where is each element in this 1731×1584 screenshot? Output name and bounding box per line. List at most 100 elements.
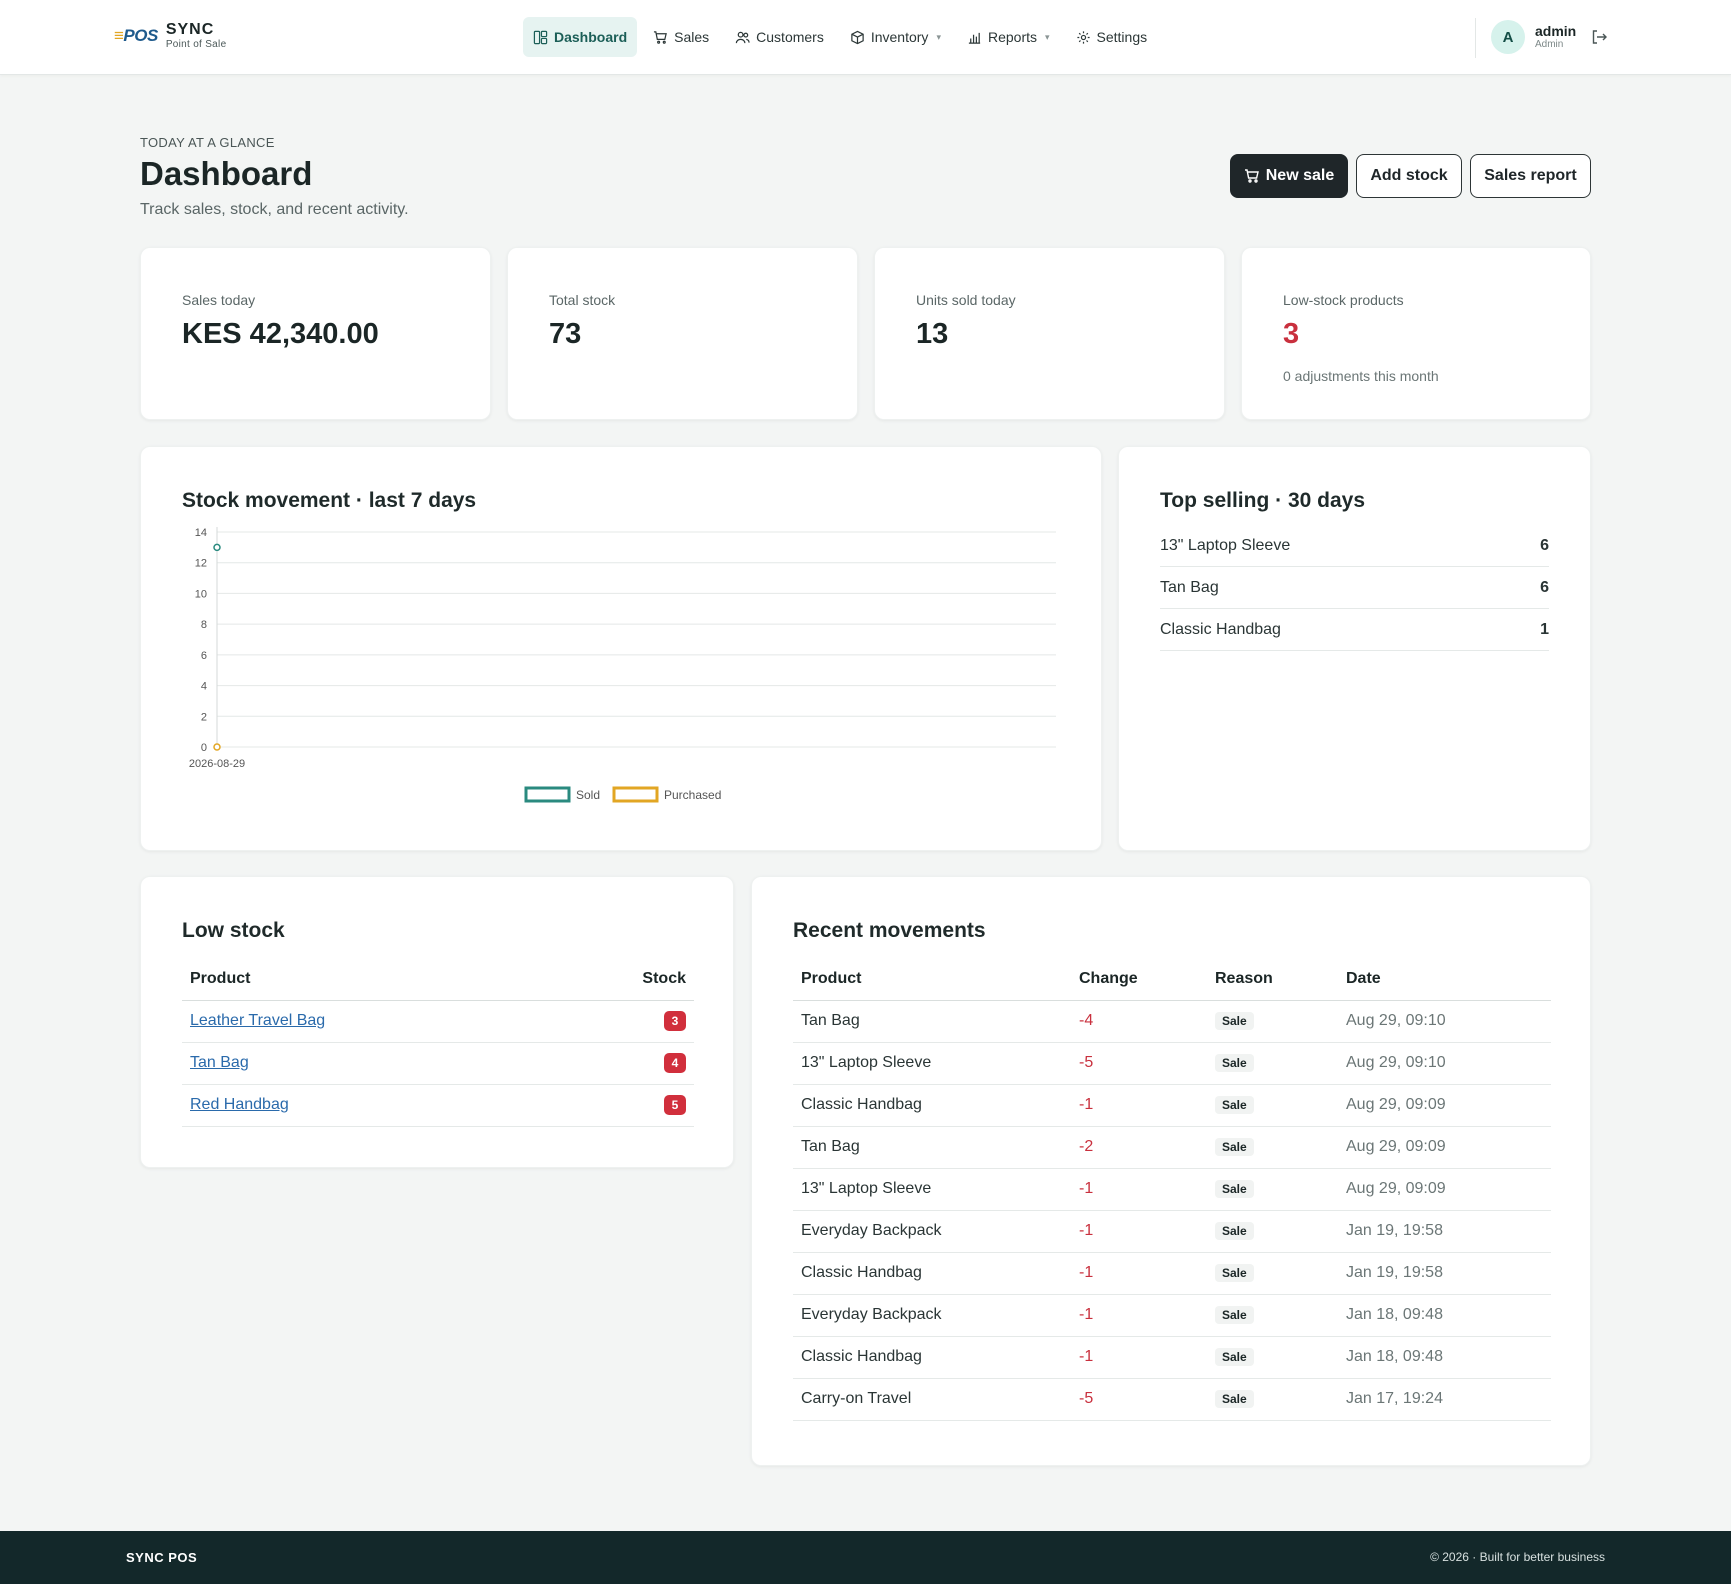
top-selling-list: 13" Laptop Sleeve 6 Tan Bag 6 Classic Ha… bbox=[1160, 525, 1549, 651]
y-tick-label: 14 bbox=[195, 527, 207, 539]
movement-product: Everyday Backpack bbox=[793, 1294, 1071, 1337]
movement-product: 13" Laptop Sleeve bbox=[793, 1168, 1071, 1211]
cart-icon bbox=[654, 30, 668, 44]
table-row: Tan Bag -4 Sale Aug 29, 09:10 bbox=[793, 1000, 1551, 1043]
add-stock-button[interactable]: Add stock bbox=[1356, 154, 1462, 198]
nav-reports[interactable]: Reports ▾ bbox=[957, 17, 1060, 57]
footer-copyright: © 2026 · Built for better business bbox=[1430, 1550, 1605, 1564]
page-title: Dashboard bbox=[140, 155, 313, 192]
product-link[interactable]: Leather Travel Bag bbox=[190, 1012, 325, 1029]
movement-date: Aug 29, 09:10 bbox=[1338, 1000, 1551, 1043]
user-role: Admin bbox=[1535, 39, 1564, 50]
col-date: Date bbox=[1338, 958, 1551, 1001]
sales-report-button[interactable]: Sales report bbox=[1470, 154, 1591, 198]
dashboard-icon bbox=[533, 30, 548, 44]
movement-change: -1 bbox=[1071, 1210, 1207, 1253]
movement-date: Jan 19, 19:58 bbox=[1338, 1210, 1551, 1253]
stat-value: 73 bbox=[549, 318, 582, 350]
movement-date: Aug 29, 09:09 bbox=[1338, 1168, 1551, 1211]
y-tick-label: 2 bbox=[201, 711, 207, 723]
main-nav: Dashboard Sales Customers Inventory ▾ Re… bbox=[523, 17, 1157, 57]
stat-card-units-sold: Units sold today 13 bbox=[874, 247, 1225, 420]
new-sale-button[interactable]: New sale bbox=[1230, 154, 1348, 198]
movement-change: -2 bbox=[1071, 1126, 1207, 1169]
brand-name: SYNC bbox=[165, 21, 215, 38]
stat-label: Total stock bbox=[549, 292, 616, 308]
recent-movements-table: Product Change Reason Date Tan Bag -4 Sale… bbox=[793, 958, 1551, 1421]
stat-label: Low-stock products bbox=[1283, 292, 1404, 308]
movement-date: Jan 18, 09:48 bbox=[1338, 1336, 1551, 1379]
stat-label: Sales today bbox=[182, 292, 256, 308]
nav-dashboard[interactable]: Dashboard bbox=[523, 17, 638, 57]
table-row: Everyday Backpack -1 Sale Jan 19, 19:58 bbox=[793, 1210, 1551, 1253]
table-row: Leather Travel Bag 3 bbox=[182, 1000, 694, 1043]
box-icon bbox=[851, 30, 864, 44]
stat-note: 0 adjustments this month bbox=[1283, 368, 1439, 384]
y-tick-label: 12 bbox=[195, 558, 207, 570]
brand-subtitle: Point of Sale bbox=[165, 39, 227, 50]
legend-label: Purchased bbox=[664, 788, 721, 802]
product-link[interactable]: Tan Bag bbox=[190, 1054, 249, 1071]
user-menu[interactable]: A admin Admin bbox=[1491, 20, 1576, 54]
movement-product: Everyday Backpack bbox=[793, 1210, 1071, 1253]
stock-badge: 4 bbox=[664, 1053, 686, 1073]
movement-change: -1 bbox=[1071, 1294, 1207, 1337]
footer: SYNC POS © 2026 · Built for better busin… bbox=[0, 1531, 1731, 1584]
legend-swatch bbox=[524, 786, 571, 803]
reason-badge: Sale bbox=[1215, 1096, 1254, 1114]
user-name: admin bbox=[1535, 23, 1577, 39]
movement-change: -5 bbox=[1071, 1378, 1207, 1421]
data-point-sold bbox=[213, 543, 221, 552]
stat-value: KES 42,340.00 bbox=[182, 318, 379, 350]
product-link[interactable]: Red Handbag bbox=[190, 1096, 289, 1113]
nav-settings[interactable]: Settings bbox=[1066, 17, 1158, 57]
table-row: Classic Handbag -1 Sale Jan 18, 09:48 bbox=[793, 1336, 1551, 1379]
stat-value: 3 bbox=[1283, 318, 1300, 350]
nav-customers[interactable]: Customers bbox=[725, 17, 834, 57]
movement-product: 13" Laptop Sleeve bbox=[793, 1042, 1071, 1085]
nav-inventory[interactable]: Inventory ▾ bbox=[840, 17, 951, 57]
reason-badge: Sale bbox=[1215, 1306, 1254, 1324]
movement-date: Jan 18, 09:48 bbox=[1338, 1294, 1551, 1337]
stock-movement-chart: 0 2 4 6 8 10 12 14 2026-08-29 Sold Purchased bbox=[189, 527, 1056, 803]
movement-change: -5 bbox=[1071, 1042, 1207, 1085]
movement-change: -4 bbox=[1071, 1000, 1207, 1043]
brand[interactable]: ≡POS SYNC Point of Sale bbox=[114, 22, 226, 50]
card-title: Top selling · 30 days bbox=[1160, 489, 1365, 512]
card-title: Low stock bbox=[182, 919, 285, 942]
reason-badge: Sale bbox=[1215, 1180, 1254, 1198]
table-row: Red Handbag 5 bbox=[182, 1084, 694, 1127]
table-row: Tan Bag 4 bbox=[182, 1042, 694, 1085]
page-eyebrow: TODAY AT A GLANCE bbox=[140, 135, 275, 150]
chevron-down-icon: ▾ bbox=[1045, 31, 1050, 42]
reason-badge: Sale bbox=[1215, 1012, 1254, 1030]
nav-sales[interactable]: Sales bbox=[643, 17, 719, 57]
brand-logo: ≡POS bbox=[114, 26, 158, 45]
movement-product: Classic Handbag bbox=[793, 1252, 1071, 1295]
movement-change: -1 bbox=[1071, 1084, 1207, 1127]
logout-icon[interactable] bbox=[1590, 28, 1608, 46]
table-row: 13" Laptop Sleeve -1 Sale Aug 29, 09:09 bbox=[793, 1168, 1551, 1211]
gear-icon bbox=[1076, 30, 1090, 44]
list-item: Tan Bag 6 bbox=[1160, 567, 1549, 609]
legend-swatch bbox=[612, 786, 659, 803]
movement-change: -1 bbox=[1071, 1168, 1207, 1211]
table-row: Everyday Backpack -1 Sale Jan 18, 09:48 bbox=[793, 1294, 1551, 1337]
avatar: A bbox=[1491, 20, 1525, 54]
y-tick-label: 10 bbox=[195, 588, 207, 600]
table-row: Classic Handbag -1 Sale Aug 29, 09:09 bbox=[793, 1084, 1551, 1127]
col-reason: Reason bbox=[1207, 958, 1338, 1001]
page-subtitle: Track sales, stock, and recent activity. bbox=[140, 201, 409, 218]
reason-badge: Sale bbox=[1215, 1348, 1254, 1366]
stat-value: 13 bbox=[916, 318, 949, 350]
recent-movements-card: Recent movements Product Change Reason D… bbox=[751, 876, 1591, 1466]
list-item: Classic Handbag 1 bbox=[1160, 609, 1549, 651]
movement-date: Aug 29, 09:10 bbox=[1338, 1042, 1551, 1085]
footer-brand: SYNC POS bbox=[126, 1550, 198, 1565]
movement-date: Jan 19, 19:58 bbox=[1338, 1252, 1551, 1295]
col-product: Product bbox=[793, 958, 1071, 1001]
stock-movement-card: Stock movement · last 7 days 0 2 4 6 8 10 12 14… bbox=[140, 446, 1102, 851]
movement-product: Carry-on Travel bbox=[793, 1378, 1071, 1421]
table-row: 13" Laptop Sleeve -5 Sale Aug 29, 09:10 bbox=[793, 1042, 1551, 1085]
chevron-down-icon: ▾ bbox=[936, 31, 941, 42]
